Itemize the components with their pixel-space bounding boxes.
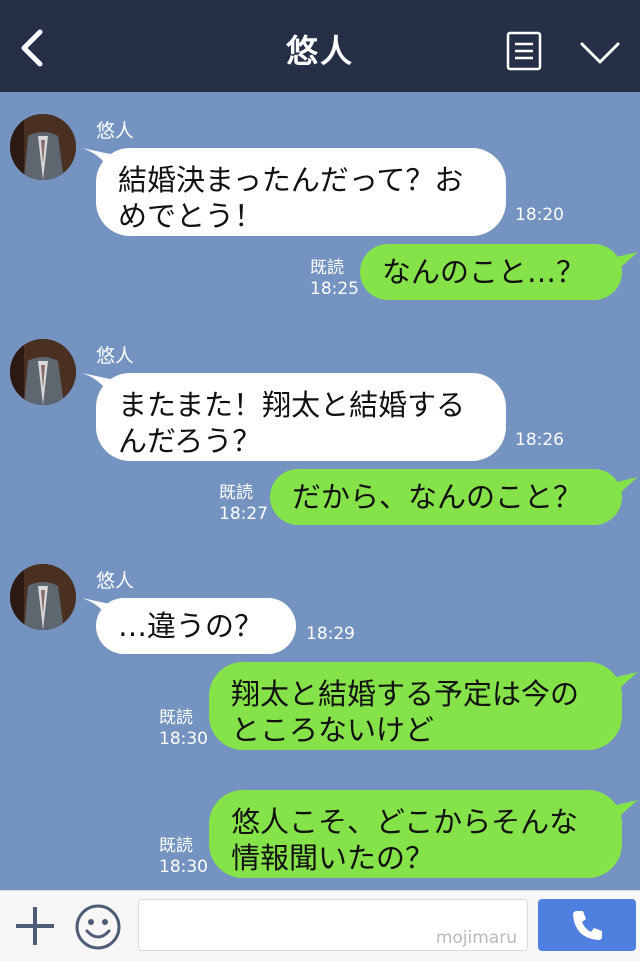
message-bubble-incoming[interactable]: 結婚決まったんだって？おめでとう！	[96, 148, 506, 236]
read-receipt: 既読 18:25	[310, 258, 359, 300]
emoji-icon[interactable]	[74, 903, 122, 951]
read-receipt: 既読 18:30	[159, 836, 208, 878]
sender-name: 悠人	[96, 345, 135, 367]
input-bar: mojimaru	[0, 890, 640, 961]
message-bubble-incoming[interactable]: …違うの？	[96, 598, 296, 654]
message-bubble-outgoing[interactable]: だから、なんのこと？	[270, 469, 622, 525]
read-label: 既読	[310, 258, 344, 278]
read-label: 既読	[219, 483, 253, 503]
avatar[interactable]	[10, 339, 76, 405]
message-bubble-outgoing[interactable]: なんのこと…？	[360, 244, 622, 300]
message-input-wrapper: mojimaru	[138, 899, 528, 951]
message-time: 18:25	[310, 279, 359, 299]
chat-header: 悠人	[0, 0, 640, 92]
chat-title: 悠人	[285, 32, 354, 70]
message-bubble-outgoing[interactable]: 悠人こそ、どこからそんな情報聞いたの？	[209, 790, 622, 878]
plus-icon[interactable]	[14, 905, 56, 947]
chevron-down-icon[interactable]	[578, 40, 622, 68]
read-receipt: 既読 18:30	[159, 708, 208, 750]
chat-area: 悠人 結婚決まったんだって？おめでとう！ 18:20 既読 18:25 なんのこ…	[0, 92, 640, 890]
message-bubble-outgoing[interactable]: 翔太と結婚する予定は今のところないけど	[209, 662, 622, 750]
avatar[interactable]	[10, 564, 76, 630]
avatar[interactable]	[10, 114, 76, 180]
sender-name: 悠人	[96, 120, 135, 142]
message-bubble-incoming[interactable]: またまた！翔太と結婚するんだろう？	[96, 373, 506, 461]
read-label: 既読	[159, 708, 193, 728]
read-label: 既読	[159, 836, 193, 856]
message-time: 18:30	[159, 729, 208, 749]
message-time: 18:30	[159, 857, 208, 877]
phone-icon	[573, 911, 602, 940]
sender-name: 悠人	[96, 570, 135, 592]
message-time: 18:26	[515, 430, 564, 450]
call-button[interactable]	[538, 899, 636, 951]
message-time: 18:20	[515, 205, 564, 225]
message-time: 18:27	[219, 504, 268, 524]
read-receipt: 既読 18:27	[219, 483, 268, 525]
watermark: mojimaru	[435, 928, 517, 948]
message-time: 18:29	[306, 624, 355, 644]
notes-menu-icon[interactable]	[506, 31, 542, 71]
